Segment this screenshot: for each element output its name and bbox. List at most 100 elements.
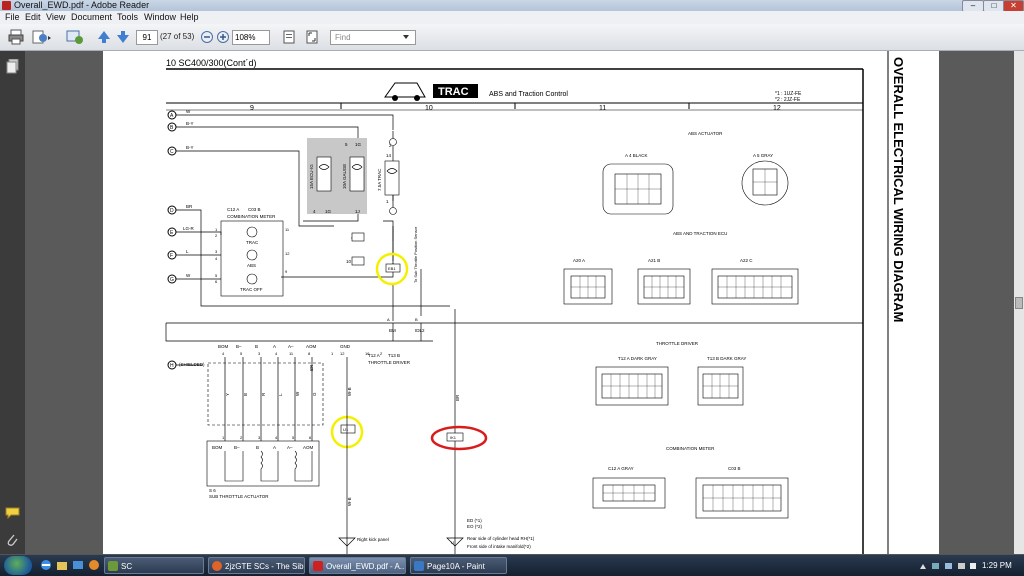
- print-icon[interactable]: [8, 29, 24, 45]
- svg-text:AOM: AOM: [303, 445, 314, 450]
- window-title: Overall_EWD.pdf - Adobe Reader: [14, 0, 150, 10]
- vertical-scrollbar[interactable]: [1014, 51, 1024, 554]
- fuses: [316, 156, 400, 196]
- svg-text:T13 B DARK GRAY: T13 B DARK GRAY: [707, 356, 746, 361]
- svg-text:C03 B: C03 B: [728, 466, 741, 471]
- connector-ij1-label: IJ1: [343, 427, 349, 432]
- svg-text:G: G: [312, 392, 317, 396]
- svg-text:A 5 GRAY: A 5 GRAY: [753, 153, 773, 158]
- toolbar: 91 (27 of 53) 108% Find: [0, 24, 1024, 51]
- menu-tools[interactable]: Tools: [117, 11, 138, 24]
- trac-logo-text: TRAC: [438, 86, 469, 98]
- svg-text:4: 4: [275, 351, 278, 356]
- title-bar: Overall_EWD.pdf - Adobe Reader – □ ✕: [0, 0, 1024, 12]
- svg-text:T12 A DARK GRAY: T12 A DARK GRAY: [618, 356, 657, 361]
- share-icon[interactable]: [31, 29, 53, 45]
- menu-help[interactable]: Help: [180, 11, 199, 24]
- start-button[interactable]: [4, 556, 32, 575]
- svg-text:1J: 1J: [355, 209, 360, 214]
- svg-text:IDL2: IDL2: [415, 328, 425, 333]
- car-logo-icon: [384, 82, 426, 101]
- svg-text:COMBINATION METER: COMBINATION METER: [666, 446, 715, 451]
- svg-text:15A ECU-IG: 15A ECU-IG: [309, 164, 314, 189]
- svg-text:A: A: [387, 317, 390, 322]
- svg-text:1G: 1G: [355, 142, 362, 147]
- next-page-icon[interactable]: [115, 29, 131, 45]
- task-sc[interactable]: SC: [104, 557, 204, 574]
- task-paint[interactable]: Page10A - Paint: [410, 557, 507, 574]
- mail-icon[interactable]: [72, 559, 84, 571]
- svg-text:10A GAUGE: 10A GAUGE: [342, 164, 347, 189]
- combination-meter: C12 A C03 B COMBINATION METER TRAC ABS T…: [220, 207, 284, 297]
- svg-text:B: B: [256, 445, 259, 450]
- media-icon[interactable]: [88, 559, 100, 571]
- fit-page-icon[interactable]: [282, 29, 296, 45]
- svg-text:BM: BM: [389, 328, 396, 333]
- pages-panel-icon[interactable]: [6, 59, 19, 74]
- task-adobe-reader[interactable]: Overall_EWD.pdf - A...: [309, 557, 406, 574]
- menu-edit[interactable]: Edit: [25, 11, 41, 24]
- svg-text:A: A: [273, 445, 276, 450]
- zoom-in-icon[interactable]: [216, 29, 230, 45]
- menu-window[interactable]: Window: [144, 11, 176, 24]
- svg-text:1G: 1G: [325, 209, 332, 214]
- zoom-out-icon[interactable]: [200, 29, 214, 45]
- svg-text:2: 2: [380, 351, 383, 356]
- svg-text:4: 4: [222, 351, 225, 356]
- wire-color-labels: W B-Y B-Y BR LG-R L W: [183, 109, 195, 278]
- document-page[interactable]: 10 SC400/300(Cont´d) TRAC ABS and Tracti…: [103, 51, 939, 554]
- svg-text:BR: BR: [309, 364, 314, 371]
- ie-icon[interactable]: [40, 559, 52, 571]
- system-tray-icons[interactable]: [918, 561, 978, 571]
- svg-text:C: C: [170, 149, 174, 155]
- svg-text:2: 2: [215, 233, 218, 238]
- svg-text:9: 9: [285, 269, 288, 274]
- svg-text:G: G: [170, 277, 174, 283]
- folder-icon: [108, 561, 118, 571]
- page-number-input[interactable]: 91: [136, 30, 158, 45]
- svg-text:1: 1: [386, 199, 389, 204]
- svg-text:C03 B: C03 B: [248, 207, 261, 212]
- svg-text:A: A: [170, 113, 174, 119]
- ground-id-eo: EO (*2): [467, 524, 483, 529]
- svg-text:5: 5: [240, 351, 243, 356]
- meter-pin-labels: 1 2 3 4 5 6 9 11 12: [215, 227, 290, 284]
- firefox-icon: [212, 561, 222, 571]
- svg-text:B–: B–: [236, 344, 242, 349]
- svg-text:A 4 BLACK: A 4 BLACK: [625, 153, 648, 158]
- page-header: 10 SC400/300(Cont´d): [166, 58, 257, 68]
- svg-text:W-B: W-B: [347, 387, 352, 396]
- menu-view[interactable]: View: [46, 11, 65, 24]
- collaborate-icon[interactable]: [66, 29, 84, 45]
- explorer-icon[interactable]: [56, 559, 68, 571]
- ground-id-ed: ED (*1): [467, 518, 482, 523]
- svg-text:BR: BR: [455, 394, 460, 401]
- actuator-pins: 1 2 3 4 5 6: [222, 435, 312, 440]
- svg-text:7.5A TRAC: 7.5A TRAC: [377, 168, 382, 191]
- clock[interactable]: 1:29 PM: [982, 555, 1012, 576]
- svg-text:A21 B: A21 B: [648, 258, 660, 263]
- zoom-level-select[interactable]: 108%: [232, 30, 270, 45]
- svg-text:T13 B: T13 B: [388, 353, 400, 358]
- svg-text:3: 3: [258, 351, 261, 356]
- chevron-down-icon[interactable]: [403, 34, 409, 50]
- svg-text:A: A: [273, 344, 276, 349]
- fullscreen-icon[interactable]: [305, 29, 319, 45]
- svg-text:BOM: BOM: [212, 445, 223, 450]
- prev-page-icon[interactable]: [96, 29, 112, 45]
- scrollbar-thumb[interactable]: [1015, 297, 1023, 309]
- menu-file[interactable]: File: [5, 11, 20, 24]
- comment-icon[interactable]: [5, 507, 20, 519]
- menu-document[interactable]: Document: [71, 11, 112, 24]
- task-browser[interactable]: 2jzGTE SCs - The Sib...: [208, 557, 305, 574]
- attachment-icon[interactable]: [6, 533, 18, 547]
- svg-text:LG-R: LG-R: [183, 226, 195, 231]
- svg-text:1: 1: [222, 435, 225, 440]
- svg-text:C12 A GRAY: C12 A GRAY: [608, 466, 634, 471]
- actuator-name: SUB THROTTLE ACTUATOR: [209, 494, 269, 499]
- svg-text:R: R: [261, 392, 266, 396]
- connector-pin-grids: [571, 169, 792, 511]
- svg-text:A22 C: A22 C: [740, 258, 753, 263]
- svg-text:5: 5: [292, 435, 295, 440]
- svg-text:GND: GND: [340, 344, 351, 349]
